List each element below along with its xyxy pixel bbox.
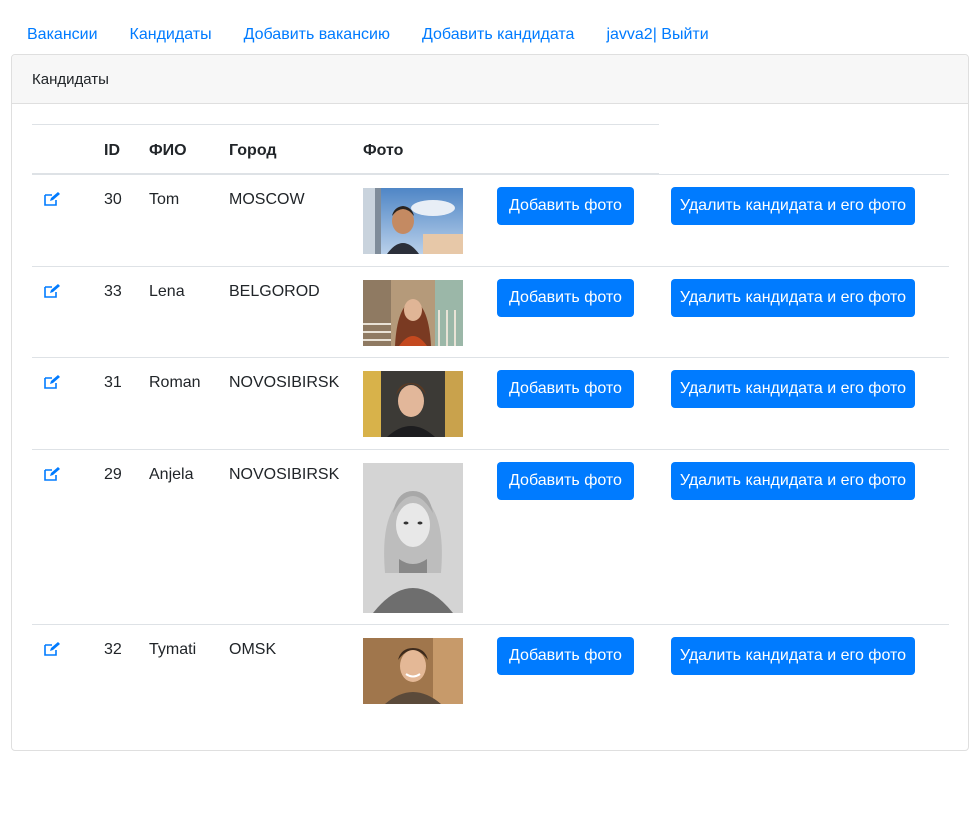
column-header-city: Город: [229, 142, 277, 159]
candidate-city: NOVOSIBIRSK: [229, 466, 340, 483]
candidate-city: BELGOROD: [229, 283, 320, 300]
candidate-photo: [363, 188, 463, 254]
candidate-city: OMSK: [229, 641, 277, 658]
candidate-city: NOVOSIBIRSK: [229, 374, 340, 391]
nav-link-add-candidate[interactable]: Добавить кандидата: [406, 22, 590, 48]
edit-icon[interactable]: [44, 284, 60, 298]
delete-candidate-button[interactable]: Удалить кандидата и его фото: [671, 637, 915, 675]
add-photo-button[interactable]: Добавить фото: [497, 462, 634, 500]
candidates-card: Кандидаты ID ФИО Город Фото 30 Tom MOSCO…: [11, 54, 969, 751]
candidate-photo: [363, 638, 463, 704]
candidate-photo: [363, 371, 463, 437]
column-header-id: ID: [104, 142, 120, 159]
table-top-border: [32, 124, 659, 125]
add-photo-button[interactable]: Добавить фото: [497, 279, 634, 317]
nav-link-candidates[interactable]: Кандидаты: [114, 22, 228, 48]
candidate-city: MOSCOW: [229, 191, 305, 208]
candidate-name: Tom: [149, 191, 180, 208]
candidate-id: 31: [104, 374, 122, 391]
delete-candidate-button[interactable]: Удалить кандидата и его фото: [671, 370, 915, 408]
row-divider: [32, 449, 949, 450]
edit-icon[interactable]: [44, 375, 60, 389]
candidate-id: 33: [104, 283, 122, 300]
nav-link-vacancies[interactable]: Вакансии: [11, 22, 114, 48]
column-header-photo: Фото: [363, 142, 404, 159]
candidate-name: Tymati: [149, 641, 197, 658]
candidate-id: 29: [104, 466, 122, 483]
row-divider: [32, 357, 949, 358]
candidate-name: Lena: [149, 283, 185, 300]
row-divider: [32, 624, 949, 625]
candidate-name: Roman: [149, 374, 201, 391]
card-header: Кандидаты: [12, 55, 968, 104]
column-header-name: ФИО: [149, 142, 187, 159]
edit-icon[interactable]: [44, 642, 60, 656]
edit-icon[interactable]: [44, 192, 60, 206]
candidate-id: 30: [104, 191, 122, 208]
add-photo-button[interactable]: Добавить фото: [497, 370, 634, 408]
row-divider: [32, 266, 949, 267]
candidate-photo: [363, 280, 463, 346]
candidate-name: Anjela: [149, 466, 194, 483]
add-photo-button[interactable]: Добавить фото: [497, 187, 634, 225]
card-title: Кандидаты: [32, 70, 109, 88]
delete-candidate-button[interactable]: Удалить кандидата и его фото: [671, 187, 915, 225]
row-divider: [32, 174, 949, 175]
nav-link-logout[interactable]: javva2| Выйти: [590, 22, 724, 48]
candidate-photo: [363, 463, 463, 613]
add-photo-button[interactable]: Добавить фото: [497, 637, 634, 675]
nav-link-add-vacancy[interactable]: Добавить вакансию: [228, 22, 406, 48]
top-nav: Вакансии Кандидаты Добавить вакансию Доб…: [11, 22, 725, 48]
delete-candidate-button[interactable]: Удалить кандидата и его фото: [671, 462, 915, 500]
delete-candidate-button[interactable]: Удалить кандидата и его фото: [671, 279, 915, 317]
edit-icon[interactable]: [44, 467, 60, 481]
candidate-id: 32: [104, 641, 122, 658]
